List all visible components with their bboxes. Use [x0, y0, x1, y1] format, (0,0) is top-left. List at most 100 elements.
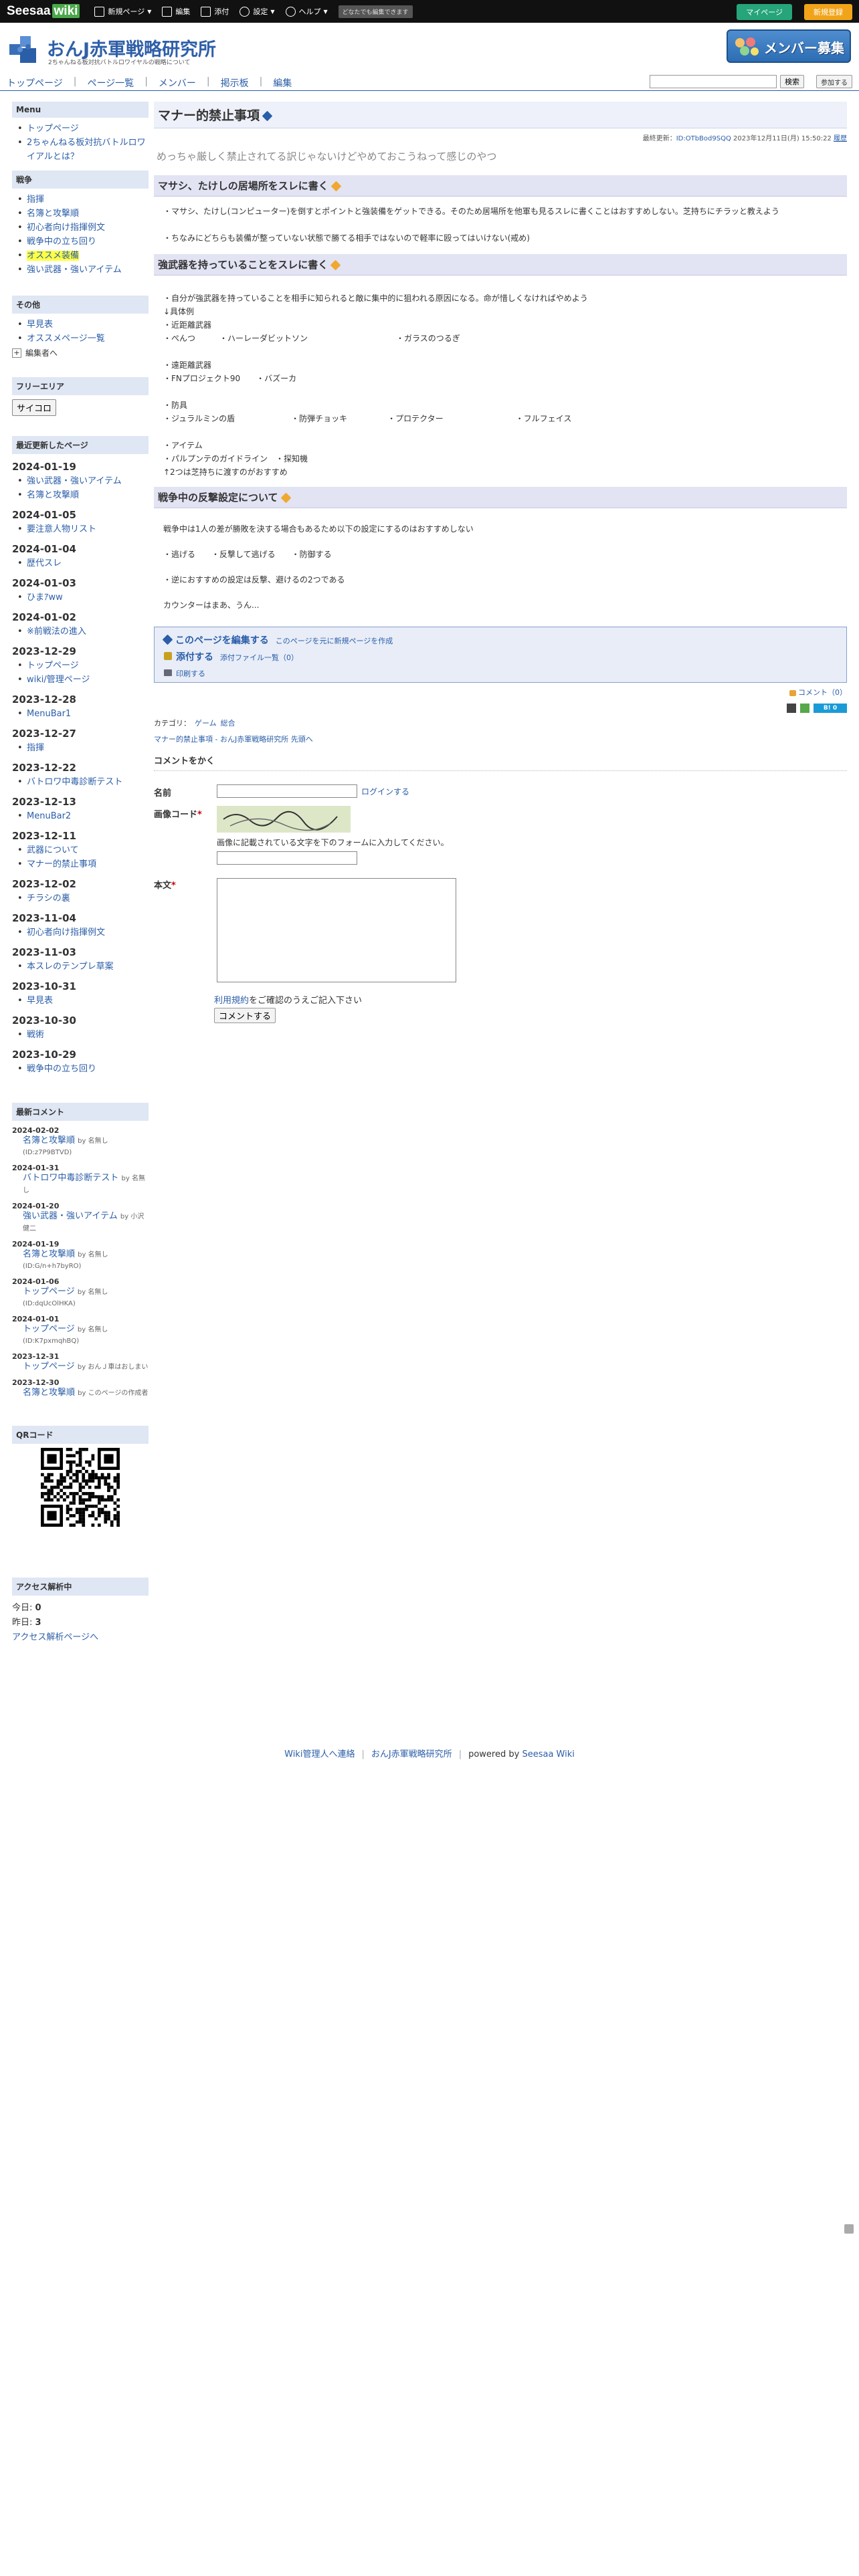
dice-button[interactable]: サイコロ [12, 399, 57, 416]
category-link[interactable]: ゲーム [195, 719, 217, 728]
breadcrumb-link[interactable]: マナー的禁止事項 - おんJ赤軍戦略研究所 先頭へ [154, 735, 313, 744]
edit-section-icon[interactable] [330, 259, 341, 271]
qr-module [91, 1495, 95, 1499]
recent-page-link[interactable]: MenuBar2 [27, 811, 71, 821]
settings-menu[interactable]: 設定 ▼ [240, 6, 275, 17]
seesaa-logo[interactable]: Seesaa wiki [7, 4, 80, 19]
qr-module [107, 1511, 110, 1515]
comment-page-link[interactable]: 名簿と攻撃順 [23, 1249, 75, 1259]
edit-menu[interactable]: 編集 [162, 6, 190, 17]
search-input[interactable] [650, 75, 777, 88]
recent-page-link[interactable]: 早見表 [27, 996, 53, 1006]
nav-board[interactable]: 掲示板 [221, 76, 249, 90]
comment-page-link[interactable]: トップページ [23, 1362, 75, 1372]
recent-page-link[interactable]: 本スレのテンプレ草案 [27, 962, 114, 972]
attach-link[interactable]: 添付する [176, 649, 213, 665]
updater-id-link[interactable]: ID:OTbBod9SQQ [676, 135, 731, 142]
recent-page-link[interactable]: ※前戦法の進入 [27, 627, 86, 637]
tweet-icon[interactable] [786, 703, 796, 713]
attachment-list-link[interactable]: 添付ファイル一覧（0） [220, 650, 298, 666]
qr-module [72, 1498, 76, 1502]
nav-members[interactable]: メンバー [159, 76, 196, 90]
nav-top-page[interactable]: トップページ [7, 76, 63, 90]
recent-page-link[interactable]: 名簿と攻撃順 [27, 490, 79, 500]
war-link[interactable]: 指揮 [27, 195, 44, 205]
page-top-button[interactable] [844, 2224, 854, 2234]
recent-group: ※前戦法の進入 [12, 625, 149, 639]
comment-page-link[interactable]: トップページ [23, 1324, 75, 1334]
nav-page-list[interactable]: ページ一覧 [87, 76, 134, 90]
recent-date: 2023-11-03 [12, 946, 76, 958]
comment-count-link[interactable]: コメント（0） [798, 688, 847, 697]
qr-module [66, 1507, 70, 1511]
help-menu[interactable]: ヘルプ ▼ [285, 6, 328, 17]
captcha-input[interactable] [217, 851, 357, 865]
qr-module [116, 1482, 120, 1486]
edit-section-icon[interactable] [280, 492, 291, 504]
recent-page-link[interactable]: 戦術 [27, 1030, 44, 1040]
required-mark: * [197, 810, 202, 820]
recent-page-link[interactable]: ひまｱww [27, 593, 63, 603]
recent-page-link[interactable]: 強い武器・強いアイテム [27, 476, 122, 486]
menu-label: 編集 [175, 7, 191, 16]
comment-page-link[interactable]: 名簿と攻撃順 [23, 1388, 75, 1398]
other-link[interactable]: 早見表 [27, 320, 53, 330]
register-button[interactable]: 新規登録 [804, 4, 852, 20]
comment-body-textarea[interactable] [217, 878, 456, 982]
captcha-label-text: 画像コード [154, 810, 198, 820]
comment-page-link[interactable]: バトロワ中毒診断テスト [23, 1173, 118, 1183]
name-input[interactable] [217, 784, 357, 798]
nav-edit[interactable]: 編集 [273, 76, 292, 90]
mypage-button[interactable]: マイページ [737, 4, 792, 20]
recent-page-link[interactable]: 指揮 [27, 743, 44, 753]
footer-site-link[interactable]: おんJ赤軍戦略研究所 [371, 1749, 452, 1759]
war-link[interactable]: 名簿と攻撃順 [27, 209, 79, 219]
recent-page-link[interactable]: MenuBar1 [27, 709, 71, 719]
member-recruit-banner[interactable]: メンバー募集 [727, 29, 851, 63]
recent-group: 強い武器・強いアイテム名簿と攻撃順 [12, 474, 149, 502]
recent-page-link[interactable]: トップページ [27, 661, 79, 671]
join-button[interactable]: 参加する [816, 75, 852, 88]
history-link[interactable]: 履歴 [834, 135, 847, 142]
recent-page-link[interactable]: マナー的禁止事項 [27, 859, 96, 869]
edit-page-link[interactable]: このページを編集する [175, 633, 269, 649]
qr-module [91, 1454, 95, 1458]
menu-link[interactable]: トップページ [27, 124, 79, 134]
line-icon[interactable] [799, 703, 809, 713]
war-link[interactable]: 初心者向け指揮例文 [27, 223, 105, 233]
comment-page-link[interactable]: 強い武器・強いアイテム [23, 1211, 118, 1221]
recent-page-link[interactable]: バトロワ中毒診断テスト [27, 777, 122, 787]
war-link[interactable]: 戦争中の立ち回り [27, 237, 96, 247]
recent-page-link[interactable]: 要注意人物リスト [27, 524, 96, 534]
recent-page-link[interactable]: 武器について [27, 845, 79, 855]
bookmark-icon[interactable]: B! 0 [814, 703, 847, 713]
recent-page-link[interactable]: チラシの裏 [27, 893, 70, 903]
comment-page-link[interactable]: トップページ [23, 1287, 75, 1297]
editor-toggle[interactable]: + 編集者へ [12, 347, 149, 358]
submit-comment-button[interactable]: コメントする [214, 1008, 276, 1023]
comment-page-link[interactable]: 名簿と攻撃順 [23, 1136, 75, 1146]
menu-link[interactable]: 2ちゃんねる板対抗バトルロワイアルとは？ [27, 138, 146, 162]
puzzle-logo-icon[interactable] [8, 33, 39, 64]
seesaa-wiki-link[interactable]: Seesaa Wiki [522, 1749, 574, 1759]
new-page-menu[interactable]: 新規ページ ▼ [94, 6, 151, 17]
create-from-page-link[interactable]: このページを元に新規ページを作成 [276, 633, 393, 649]
contact-admin-link[interactable]: Wiki管理人へ連絡 [284, 1749, 355, 1759]
recent-page-link[interactable]: wiki/管理ページ [27, 675, 90, 685]
edit-title-icon[interactable] [262, 110, 273, 122]
recent-page-link[interactable]: 戦争中の立ち回り [27, 1064, 96, 1074]
recent-page-link[interactable]: 初心者向け指揮例文 [27, 928, 105, 938]
attach-menu[interactable]: 添付 [201, 6, 229, 17]
other-link[interactable]: オススメページ一覧 [27, 334, 105, 344]
terms-link[interactable]: 利用規約 [214, 996, 249, 1006]
war-link-highlighted[interactable]: オススメ装備 [27, 251, 80, 261]
recent-page-link[interactable]: 歴代スレ [27, 558, 62, 568]
search-button[interactable]: 検索 [780, 75, 804, 88]
category-link[interactable]: 総合 [221, 719, 235, 728]
edit-section-icon[interactable] [330, 181, 341, 192]
war-link[interactable]: 強い武器・強いアイテム [27, 265, 122, 275]
qr-module [56, 1485, 60, 1489]
login-link[interactable]: ログインする [361, 786, 409, 797]
print-link[interactable]: 印刷する [176, 666, 205, 682]
access-analysis-link[interactable]: アクセス解析ページへ [12, 1632, 98, 1642]
